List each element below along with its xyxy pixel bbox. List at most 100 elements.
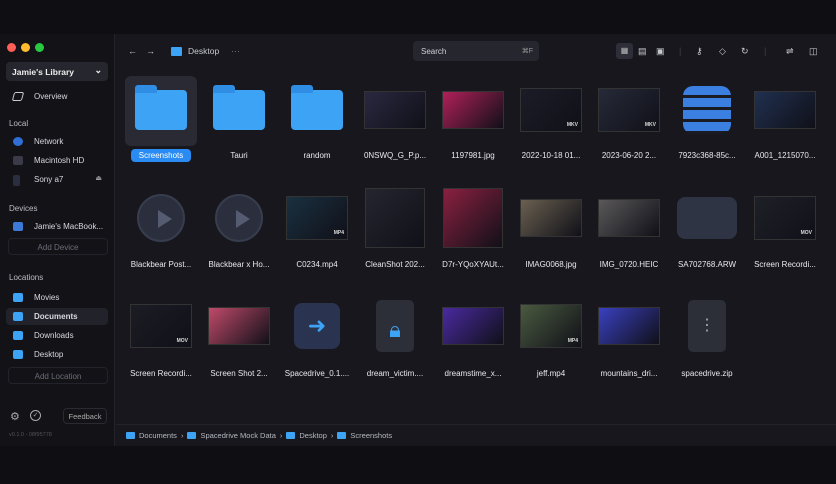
chevron-right-icon: › — [330, 431, 334, 440]
file-name: Screenshots — [130, 149, 192, 162]
folder-icon — [13, 350, 23, 359]
file-item[interactable]: 7923c368-85c... — [668, 74, 746, 174]
file-item[interactable]: Blackbear x Ho... — [200, 182, 278, 282]
video-play-icon — [215, 194, 263, 242]
file-item[interactable]: Blackbear Post... — [122, 182, 200, 282]
file-name: 2022-10-18 01... — [521, 151, 581, 160]
file-item[interactable]: SA702768.ARW — [668, 182, 746, 282]
section-locations: Locations — [9, 273, 44, 282]
file-type-badge: MP4 — [567, 338, 578, 344]
section-devices: Devices — [9, 204, 38, 213]
file-item[interactable]: mountains_dri... — [590, 290, 668, 390]
file-item[interactable]: dreamstime_x... — [434, 290, 512, 390]
key-icon[interactable]: ⚷ — [696, 46, 703, 57]
folder-icon — [135, 85, 187, 130]
search-shortcut: ⌘F — [521, 48, 533, 55]
sidebar-item-desktop[interactable]: Desktop — [6, 346, 108, 363]
back-arrow-icon[interactable]: ← — [128, 46, 137, 56]
laptop-icon — [13, 222, 23, 231]
file-item[interactable]: Screenshots — [122, 74, 200, 174]
app-window: Jamie's Library ⌄ Overview Local Network … — [0, 34, 836, 446]
eject-icon[interactable]: ⏏ — [95, 174, 102, 182]
close-button[interactable] — [7, 43, 16, 52]
more-options-button[interactable]: ··· — [231, 46, 240, 56]
sidebar-item-downloads[interactable]: Downloads — [6, 327, 108, 344]
file-item[interactable]: IMG_0720.HEIC — [590, 182, 668, 282]
file-item[interactable]: CleanShot 202... — [356, 182, 434, 282]
thumbnail — [520, 199, 582, 237]
image-thumbnail — [520, 199, 582, 237]
sidebar-item-macintosh-hd[interactable]: Macintosh HD — [6, 152, 108, 169]
thumbnail: ➜ — [294, 303, 340, 349]
file-item[interactable]: 🔒︎ dream_victim.... — [356, 290, 434, 390]
folder-icon — [337, 432, 347, 439]
sidebar-item-macbook[interactable]: Jamie's MacBook... — [6, 218, 108, 235]
add-device-button[interactable]: Add Device — [8, 238, 108, 255]
window-controls — [7, 43, 44, 52]
breadcrumb-item[interactable]: Spacedrive Mock Data — [200, 431, 275, 440]
settings-gear-icon[interactable]: ⚙ — [10, 410, 20, 423]
folder-icon — [171, 47, 182, 56]
file-item[interactable]: MP4 C0234.mp4 — [278, 182, 356, 282]
feedback-button[interactable]: Feedback — [63, 408, 107, 424]
file-item[interactable]: random — [278, 74, 356, 174]
file-item[interactable]: IMAG0068.jpg — [512, 182, 590, 282]
section-local: Local — [9, 119, 29, 128]
file-type-badge: MP4 — [333, 230, 344, 236]
add-location-button[interactable]: Add Location — [8, 367, 108, 384]
video-thumbnail: MP4 — [520, 304, 582, 348]
tag-icon[interactable]: ◇ — [719, 46, 726, 57]
file-item[interactable]: MP4 jeff.mp4 — [512, 290, 590, 390]
library-selector[interactable]: Jamie's Library ⌄ — [6, 62, 108, 81]
sliders-icon[interactable]: ⇌ — [786, 46, 794, 57]
breadcrumb-item[interactable]: Desktop — [299, 431, 327, 440]
file-name: D7r-YQoXYAUt... — [442, 260, 504, 269]
chevron-right-icon: › — [279, 431, 283, 440]
sidebar-item-sony-a7[interactable]: Sony a7 ⏏ — [6, 171, 108, 188]
sidebar-toggle-icon[interactable]: ◫ — [809, 46, 818, 57]
thumbnail: MOV — [130, 304, 192, 348]
file-type-badge: MOV — [800, 230, 812, 236]
breadcrumb-item[interactable]: Documents — [139, 431, 177, 440]
media-view-icon[interactable]: ▣ — [656, 46, 665, 57]
file-item[interactable]: MOV Screen Recordi... — [122, 290, 200, 390]
file-name: 2023-06-20 2... — [601, 151, 657, 160]
file-item[interactable]: MKV 2022-10-18 01... — [512, 74, 590, 174]
file-item[interactable]: ➜ Spacedrive_0.1.... — [278, 290, 356, 390]
file-item[interactable]: Tauri — [200, 74, 278, 174]
chevron-down-icon: ⌄ — [94, 65, 102, 75]
video-play-icon — [137, 194, 185, 242]
zoom-button[interactable] — [35, 43, 44, 52]
file-item[interactable]: Screen Shot 2... — [200, 290, 278, 390]
file-item[interactable]: 0NSWQ_G_P.p... — [356, 74, 434, 174]
file-item[interactable]: D7r-YQoXYAUt... — [434, 182, 512, 282]
file-name: C0234.mp4 — [296, 260, 338, 269]
file-item[interactable]: MOV Screen Recordi... — [746, 182, 824, 282]
minimize-button[interactable] — [21, 43, 30, 52]
sidebar-item-network[interactable]: Network — [6, 133, 108, 150]
thumbnail — [598, 199, 660, 237]
file-item[interactable]: MKV 2023-06-20 2... — [590, 74, 668, 174]
file-name: dream_victim.... — [366, 369, 424, 378]
file-item[interactable]: 1197981.jpg — [434, 74, 512, 174]
refresh-icon[interactable]: ↻ — [741, 46, 749, 57]
folder-icon — [126, 432, 135, 439]
list-view-icon[interactable]: ▤ — [638, 46, 647, 57]
sidebar-item-label: Desktop — [34, 350, 64, 359]
file-item[interactable]: A001_1215070... — [746, 74, 824, 174]
sidebar-item-documents[interactable]: Documents — [6, 308, 108, 325]
breadcrumb-item[interactable]: Screenshots — [350, 431, 392, 440]
file-name: Screen Shot 2... — [210, 369, 268, 378]
checkmark-icon[interactable]: ✓ — [30, 410, 41, 421]
sidebar-item-label: Macintosh HD — [34, 156, 85, 165]
sidebar-item-label: Jamie's MacBook... — [34, 222, 104, 231]
sidebar-item-overview[interactable]: Overview — [6, 88, 108, 105]
overview-icon — [11, 92, 25, 101]
file-item[interactable]: ⋮ spacedrive.zip — [668, 290, 746, 390]
grid-view-icon[interactable]: ▦ — [616, 43, 633, 59]
forward-arrow-icon[interactable]: → — [146, 46, 155, 56]
thumbnail: MKV — [520, 88, 582, 132]
search-input[interactable]: Search ⌘F — [413, 41, 539, 61]
folder-icon — [13, 331, 23, 340]
sidebar-item-movies[interactable]: Movies — [6, 289, 108, 306]
